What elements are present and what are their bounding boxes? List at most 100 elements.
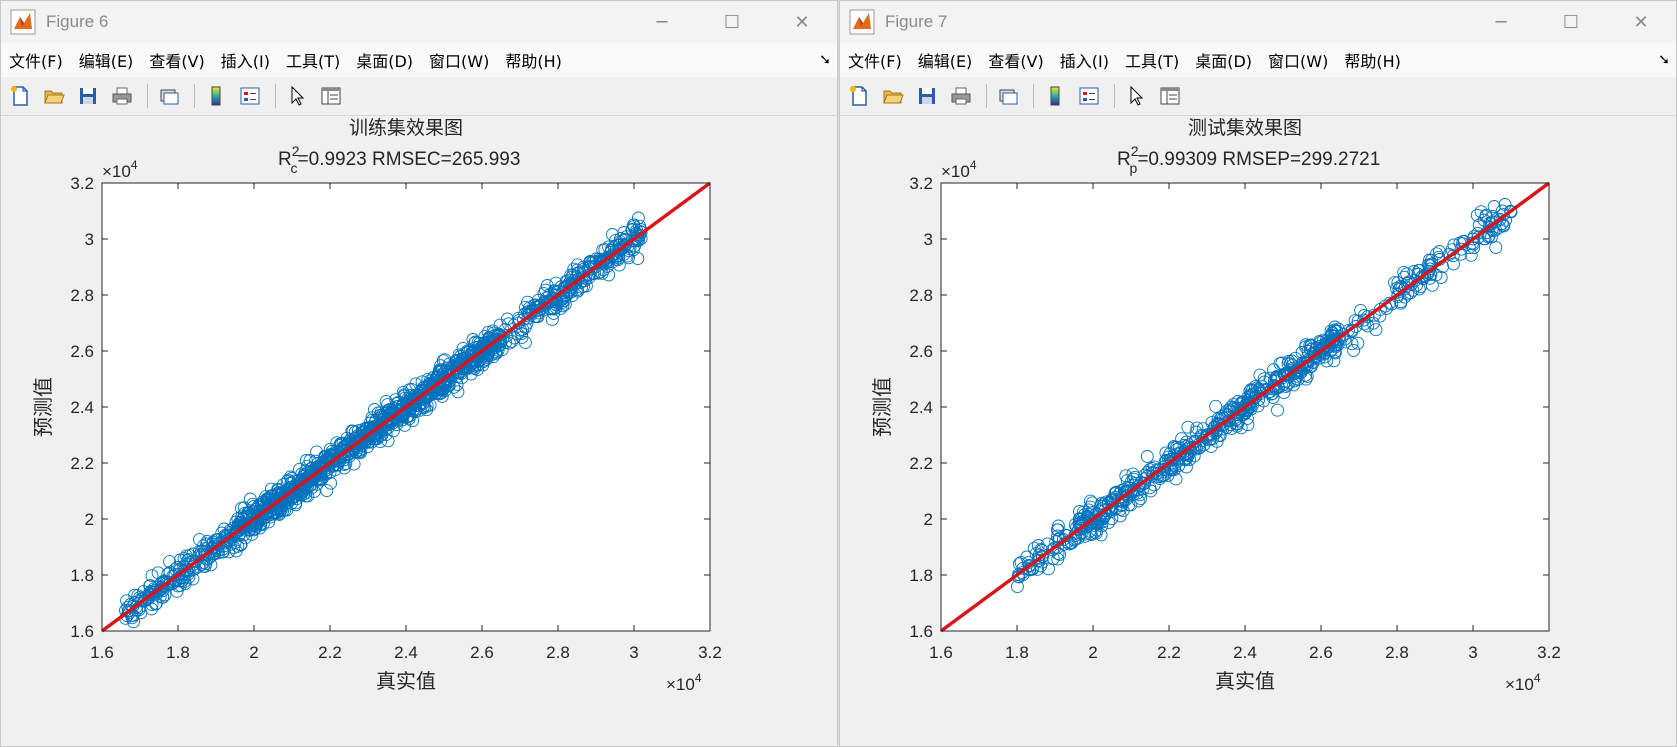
y-exponent-label: ×104 xyxy=(102,158,138,181)
menu-view[interactable]: 查看(V) xyxy=(980,48,1051,72)
x-tick-label: 2.6 xyxy=(1309,643,1333,662)
menu-edit[interactable]: 编辑(E) xyxy=(71,48,142,72)
figure-window-1: Figure 6 ─ ☐ ✕ 文件(F) 编辑(E) 查看(V) 插入(I) 工… xyxy=(0,0,838,747)
property-inspector-icon[interactable] xyxy=(316,81,346,111)
plot-subtitle: R2 c=0.9923 RMSEC=265.993 xyxy=(278,143,520,176)
x-axis-label: 真实值 xyxy=(376,670,436,693)
link-plot-icon[interactable] xyxy=(154,81,184,111)
y-tick-label: 2.2 xyxy=(70,454,94,473)
y-tick-label: 1.8 xyxy=(70,566,94,585)
scatter-plot-test: 1.6 1.8 2 2.2 2.4 2.6 2.8 3 3.2 1.6 1.8 2 2.2 2.4 2.6 2… xyxy=(871,117,1561,694)
plot-subtitle: R2 p=0.99309 RMSEP=299.2721 xyxy=(1117,143,1380,176)
figure-canvas[interactable]: 1.6 1.8 2 2.2 2.4 2.6 2.8 3 3.2 1.6 1.8 2 2.2 2.4 2.6 2… xyxy=(840,117,1676,746)
dock-arrow-icon[interactable]: ➘ xyxy=(819,52,831,68)
x-tick-label: 2.8 xyxy=(546,643,570,662)
window-title: Figure 7 xyxy=(885,12,948,31)
open-file-icon[interactable] xyxy=(39,81,69,111)
property-inspector-icon[interactable] xyxy=(1155,81,1185,111)
legend-icon[interactable] xyxy=(1074,81,1104,111)
print-icon[interactable] xyxy=(946,81,976,111)
y-axis-label: 预测值 xyxy=(32,377,55,437)
x-tick-label: 3.2 xyxy=(698,643,722,662)
matlab-icon xyxy=(849,9,875,35)
scatter-plot-train: 1.6 1.8 2 2.2 2.4 2.6 2.8 3 3.2 1.6 1.8 2 2.2 2.4 2.6 2… xyxy=(32,117,722,694)
x-tick-label: 2 xyxy=(1088,643,1097,662)
x-tick-label: 2.8 xyxy=(1385,643,1409,662)
y-tick-label: 1.8 xyxy=(909,566,933,585)
x-tick-label: 1.6 xyxy=(929,643,953,662)
open-file-icon[interactable] xyxy=(878,81,908,111)
y-tick-label: 1.6 xyxy=(70,622,94,641)
colorbar-icon[interactable] xyxy=(1040,81,1070,111)
toolbar xyxy=(840,77,1676,116)
window-title: Figure 6 xyxy=(46,12,109,31)
toolbar-separator xyxy=(1033,84,1034,108)
save-icon[interactable] xyxy=(912,81,942,111)
y-exponent-power: 4 xyxy=(970,158,977,172)
y-tick-label: 2 xyxy=(85,510,94,529)
toolbar-separator xyxy=(147,84,148,108)
maximize-button[interactable]: ☐ xyxy=(1536,1,1606,43)
menu-window[interactable]: 窗口(W) xyxy=(1260,48,1336,72)
close-button[interactable]: ✕ xyxy=(1606,1,1676,43)
x-axis-label: 真实值 xyxy=(1215,670,1275,693)
x-tick-label: 2.4 xyxy=(394,643,418,662)
new-figure-icon[interactable] xyxy=(5,81,35,111)
y-exponent-power: 4 xyxy=(131,158,138,172)
y-tick-label: 3 xyxy=(85,230,94,249)
menu-view[interactable]: 查看(V) xyxy=(141,48,212,72)
x-tick-label: 3 xyxy=(1468,643,1477,662)
menu-desktop[interactable]: 桌面(D) xyxy=(348,48,421,72)
menu-file[interactable]: 文件(F) xyxy=(840,48,910,72)
y-tick-label: 1.6 xyxy=(909,622,933,641)
toolbar-separator xyxy=(1114,84,1115,108)
x-tick-label: 2.4 xyxy=(1233,643,1257,662)
minimize-button[interactable]: ─ xyxy=(1466,1,1536,43)
x-tick-label: 2.2 xyxy=(318,643,342,662)
x-tick-label: 3 xyxy=(629,643,638,662)
figure-window-2: Figure 7 ─ ☐ ✕ 文件(F) 编辑(E) 查看(V) 插入(I) 工… xyxy=(839,0,1677,747)
y-tick-label: 2.4 xyxy=(909,398,933,417)
title-bar[interactable]: Figure 7 ─ ☐ ✕ xyxy=(840,1,1676,43)
menu-insert[interactable]: 插入(I) xyxy=(1052,48,1117,72)
menu-help[interactable]: 帮助(H) xyxy=(497,48,570,72)
x-exponent-label: ×104 xyxy=(666,671,702,694)
menu-bar: 文件(F) 编辑(E) 查看(V) 插入(I) 工具(T) 桌面(D) 窗口(W… xyxy=(840,43,1676,77)
print-icon[interactable] xyxy=(107,81,137,111)
menu-insert[interactable]: 插入(I) xyxy=(213,48,278,72)
figure-canvas[interactable]: 1.6 1.8 2 2.2 2.4 2.6 2.8 3 3.2 1.6 1.8 2 2.2 2.4 2.6 2… xyxy=(1,117,837,746)
x-tick-label: 1.8 xyxy=(166,643,190,662)
menu-file[interactable]: 文件(F) xyxy=(1,48,71,72)
pointer-icon[interactable] xyxy=(1121,81,1151,111)
new-figure-icon[interactable] xyxy=(844,81,874,111)
x-tick-label: 2.6 xyxy=(470,643,494,662)
maximize-button[interactable]: ☐ xyxy=(697,1,767,43)
dock-arrow-icon[interactable]: ➘ xyxy=(1658,52,1670,68)
menu-tools[interactable]: 工具(T) xyxy=(1117,48,1187,72)
y-tick-label: 2.6 xyxy=(909,342,933,361)
x-exponent-power: 4 xyxy=(1534,671,1541,685)
toolbar-separator xyxy=(986,84,987,108)
link-plot-icon[interactable] xyxy=(993,81,1023,111)
menu-edit[interactable]: 编辑(E) xyxy=(910,48,981,72)
toolbar-separator xyxy=(194,84,195,108)
x-tick-label: 2.2 xyxy=(1157,643,1181,662)
menu-help[interactable]: 帮助(H) xyxy=(1336,48,1409,72)
colorbar-icon[interactable] xyxy=(201,81,231,111)
x-exponent-power: 4 xyxy=(695,671,702,685)
title-bar[interactable]: Figure 6 ─ ☐ ✕ xyxy=(1,1,837,43)
close-button[interactable]: ✕ xyxy=(767,1,837,43)
menu-window[interactable]: 窗口(W) xyxy=(421,48,497,72)
x-tick-label: 1.8 xyxy=(1005,643,1029,662)
plot-title: 训练集效果图 xyxy=(349,117,463,139)
minimize-button[interactable]: ─ xyxy=(627,1,697,43)
x-tick-label: 2 xyxy=(249,643,258,662)
pointer-icon[interactable] xyxy=(282,81,312,111)
menu-tools[interactable]: 工具(T) xyxy=(278,48,348,72)
y-tick-label: 3 xyxy=(924,230,933,249)
save-icon[interactable] xyxy=(73,81,103,111)
y-tick-label: 2.6 xyxy=(70,342,94,361)
y-axis-label: 预测值 xyxy=(871,377,894,437)
menu-desktop[interactable]: 桌面(D) xyxy=(1187,48,1260,72)
legend-icon[interactable] xyxy=(235,81,265,111)
